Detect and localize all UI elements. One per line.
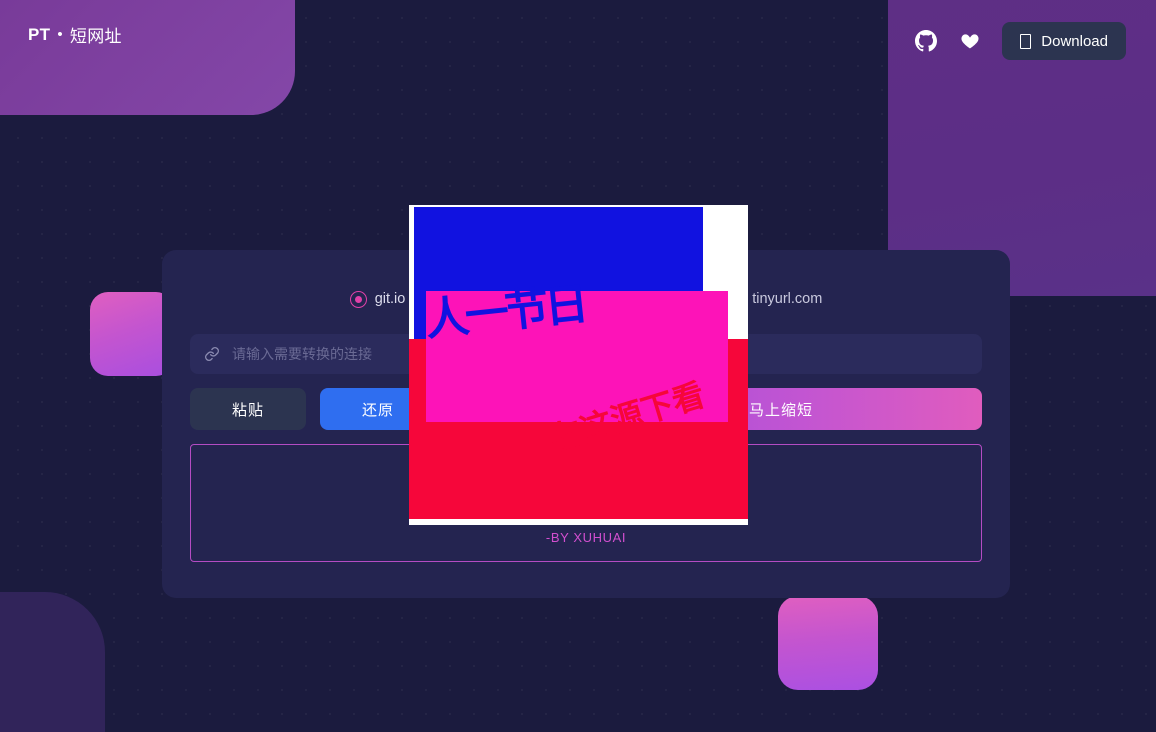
github-icon[interactable] xyxy=(914,29,938,53)
brand-separator-dot: • xyxy=(57,26,63,43)
download-button[interactable]: Download xyxy=(1002,22,1126,60)
provider-label: git.io xyxy=(374,291,406,307)
brand-chinese-text: 短网址 xyxy=(69,27,122,46)
result-credit-text: -BY XUHUAI xyxy=(545,530,627,545)
download-button-label: Download xyxy=(1041,32,1108,50)
decor-square-right xyxy=(778,596,878,690)
heart-icon[interactable] xyxy=(958,29,982,53)
decor-panel-bottom-left xyxy=(0,592,105,732)
provider-option-gitio[interactable]: git.io xyxy=(349,290,406,308)
link-icon xyxy=(204,346,220,362)
box-icon xyxy=(1020,33,1032,49)
paste-button[interactable]: 粘贴 xyxy=(190,388,306,430)
header-actions: Download xyxy=(914,22,1126,60)
radio-icon xyxy=(349,290,367,308)
overlay-bottom-strip xyxy=(409,519,748,525)
app-root: PT • 短网址 Download git.io tinyurl.com 请输入… xyxy=(0,0,1156,732)
overlay-artifact-image: 人一节日 在这源下看 xyxy=(409,205,748,525)
brand-logo: PT • 短网址 xyxy=(28,22,122,47)
header-bar: PT • 短网址 Download xyxy=(0,0,1156,75)
provider-label: tinyurl.com xyxy=(752,291,823,307)
brand-pt-text: PT xyxy=(28,24,51,44)
